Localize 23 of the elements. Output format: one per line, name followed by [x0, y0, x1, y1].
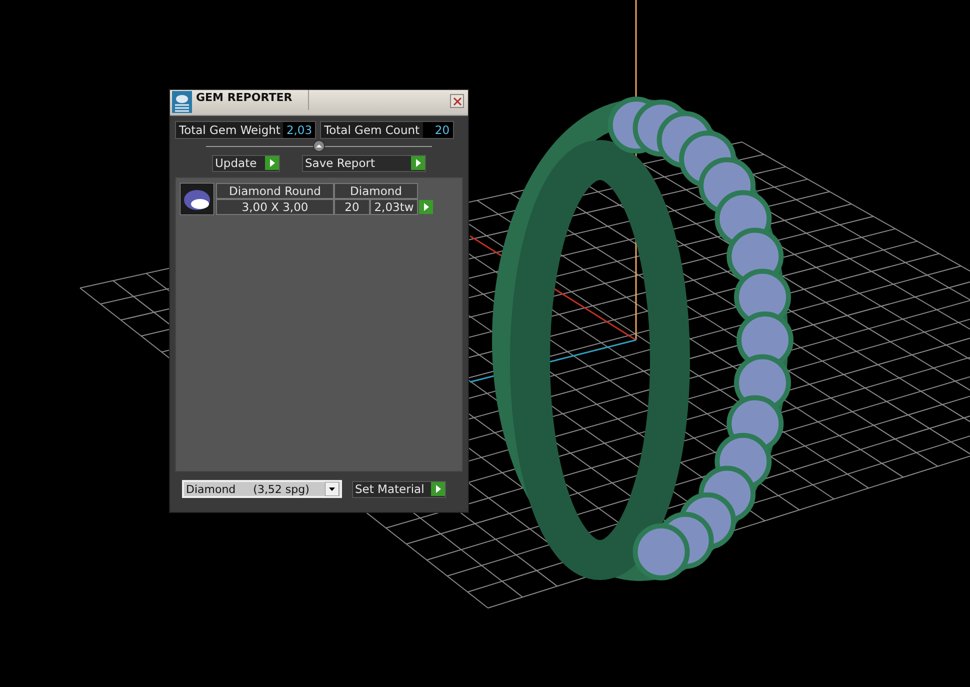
close-button[interactable]	[450, 94, 464, 108]
gem-shape-cell: Diamond Round	[216, 183, 334, 199]
set-material-button[interactable]: Set Material	[352, 480, 446, 498]
play-icon	[411, 156, 425, 170]
play-icon[interactable]	[419, 200, 433, 214]
gem-weight-cell: 2,03tw	[370, 199, 418, 215]
action-button[interactable]: Update	[212, 154, 280, 172]
gem-thumbnail-icon	[180, 183, 214, 215]
summary-value: 2,03	[283, 122, 316, 138]
action-button[interactable]: Save Report	[302, 154, 426, 172]
summary-label: Total Gem Weight	[178, 123, 282, 137]
play-icon	[431, 482, 445, 496]
collapse-handle-icon[interactable]	[313, 140, 325, 152]
gem-count-cell: 20	[334, 199, 370, 215]
gem-size-cell: 3,00 X 3,00	[216, 199, 334, 215]
play-icon	[265, 156, 279, 170]
material-dropdown[interactable]: Diamond (3,52 spg)	[182, 480, 342, 498]
gem-list-icon	[172, 91, 192, 113]
window-title: GEM REPORTER	[196, 91, 294, 104]
dropdown-arrow-icon	[325, 482, 339, 496]
gem-material-cell: Diamond	[334, 183, 418, 199]
summary-label: Total Gem Count	[323, 123, 421, 137]
summary-value: 20	[422, 122, 453, 138]
